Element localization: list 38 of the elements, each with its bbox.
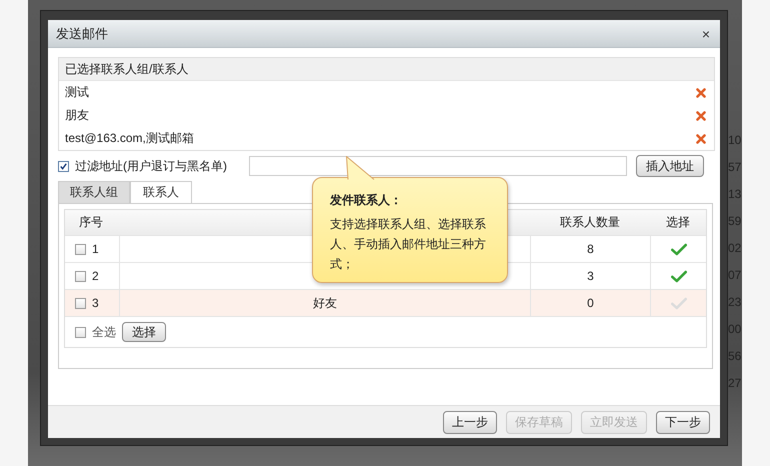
remove-icon[interactable] (696, 110, 706, 120)
address-input[interactable] (249, 156, 627, 176)
panel-header: 已选择联系人组/联系人 (59, 58, 714, 81)
contact-count: 0 (587, 296, 594, 310)
column-header: 序号 (78, 214, 104, 231)
footer-button[interactable]: 下一步 (656, 410, 710, 434)
tab[interactable]: 联系人 (130, 181, 192, 203)
row-checkbox[interactable] (75, 270, 86, 282)
footer-button[interactable]: 上一步 (443, 410, 497, 434)
checkmark-icon[interactable] (670, 242, 686, 256)
row-checkbox[interactable] (75, 244, 86, 254)
row-number: 1 (92, 242, 99, 256)
table-row[interactable]: 3 好友 0 (65, 290, 706, 317)
insert-address-button[interactable]: 插入地址 (636, 155, 704, 177)
checkmark-icon[interactable] (670, 270, 686, 282)
tooltip-text: 支持选择联系人组、选择联系人、手动插入邮件地址三种方式； (330, 216, 487, 273)
close-button[interactable]: × (700, 26, 712, 40)
selected-contact: test@163.com,测试邮箱 (65, 130, 194, 147)
row-number: 2 (92, 269, 99, 283)
select-all-label: 全选 (92, 324, 116, 340)
row-number: 3 (92, 296, 99, 310)
select-all-checkbox[interactable] (75, 326, 86, 338)
contact-count: 8 (587, 242, 594, 256)
selected-contact: 朋友 (65, 107, 89, 124)
remove-icon[interactable] (696, 134, 706, 144)
contact-count: 3 (587, 269, 594, 283)
remove-icon[interactable] (696, 88, 706, 98)
selected-contact: 测试 (65, 84, 89, 101)
select-button[interactable]: 选择 (122, 322, 166, 342)
filter-checkbox[interactable] (58, 160, 69, 172)
tooltip-title: 发件联系人： (330, 192, 403, 209)
tab[interactable]: 联系人组 (58, 181, 130, 203)
filter-label: 过滤地址(用户退订与黑名单) (75, 158, 228, 174)
group-name: 好友 (313, 294, 337, 312)
column-header: 选择 (665, 214, 691, 231)
column-header: 联系人数量 (559, 214, 621, 231)
dialog-title: 发送邮件 (56, 24, 108, 42)
row-checkbox[interactable] (75, 298, 86, 308)
